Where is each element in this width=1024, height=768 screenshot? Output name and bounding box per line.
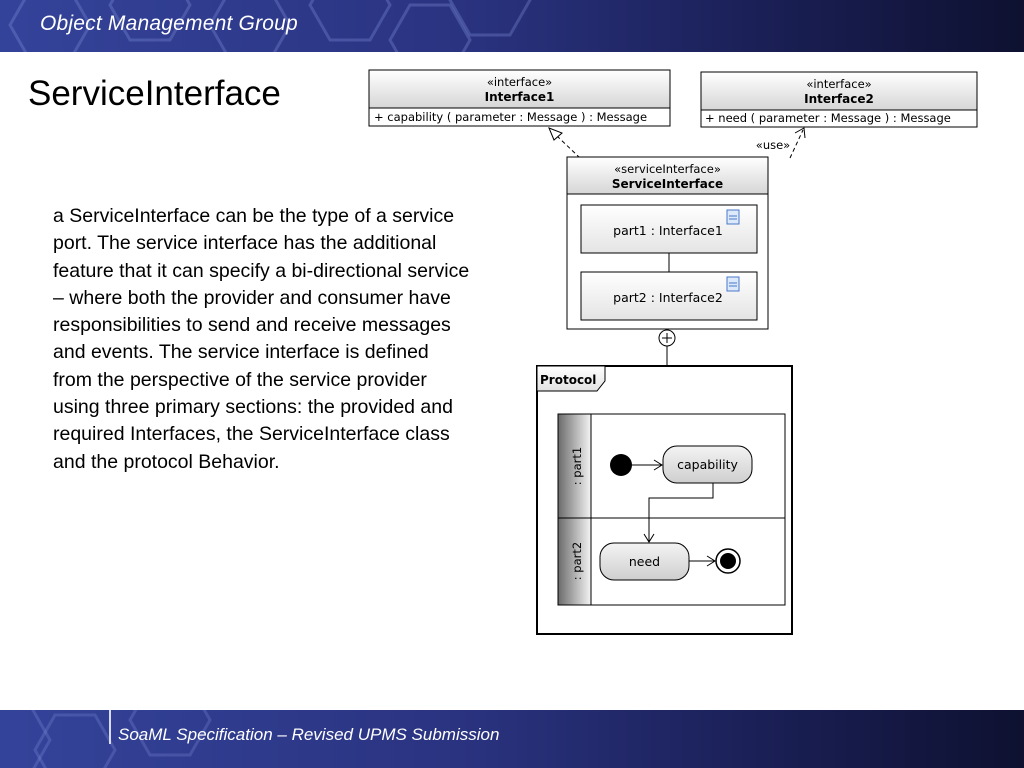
service-interface-stereotype: «serviceInterface» (614, 162, 721, 176)
interface1-stereotype: «interface» (487, 75, 552, 89)
slide: Object Management Group ServiceInterface… (0, 0, 1024, 768)
service-interface-name: ServiceInterface (612, 177, 723, 191)
use-label: «use» (756, 138, 790, 152)
part2-label: part2 : Interface2 (613, 290, 723, 305)
use-connector: «use» (756, 127, 806, 159)
part1-property[interactable]: part1 : Interface1 (580, 204, 758, 254)
initial-node (610, 454, 632, 476)
footer-text: SoaML Specification – Revised UPMS Submi… (118, 725, 500, 744)
containment-connector (658, 329, 676, 366)
interface2-operation: + need ( parameter : Message ) : Message (705, 111, 951, 125)
realization-connector (548, 127, 581, 159)
part-icon (726, 276, 740, 292)
interface2-class[interactable]: «interface» Interface2 + need ( paramete… (700, 71, 978, 128)
need-action-label: need (629, 554, 660, 569)
capability-action[interactable]: capability (662, 445, 753, 484)
footer-banner: SoaML Specification – Revised UPMS Submi… (0, 710, 1024, 768)
interface1-name: Interface1 (485, 90, 555, 104)
part1-label: part1 : Interface1 (613, 223, 723, 238)
uml-diagram: «interface» Interface1 + capability ( pa… (368, 69, 978, 635)
lane-part2-label: : part2 (570, 542, 584, 580)
final-node (715, 548, 741, 574)
protocol-frame[interactable]: Protocol : part1 : part2 capability need (536, 365, 793, 635)
protocol-title: Protocol (540, 373, 596, 387)
lane-part1-label: : part1 (570, 447, 584, 485)
footer-separator (109, 710, 111, 744)
part-icon (726, 209, 740, 225)
interface2-name: Interface2 (804, 92, 874, 106)
need-action[interactable]: need (599, 542, 690, 581)
interface1-class[interactable]: «interface» Interface1 + capability ( pa… (368, 69, 671, 127)
service-interface-class[interactable]: «serviceInterface» ServiceInterface part… (566, 156, 769, 330)
interface2-stereotype: «interface» (806, 77, 871, 91)
interface1-operation: + capability ( parameter : Message ) : M… (374, 110, 647, 124)
capability-action-label: capability (677, 457, 738, 472)
part2-property[interactable]: part2 : Interface2 (580, 271, 758, 321)
